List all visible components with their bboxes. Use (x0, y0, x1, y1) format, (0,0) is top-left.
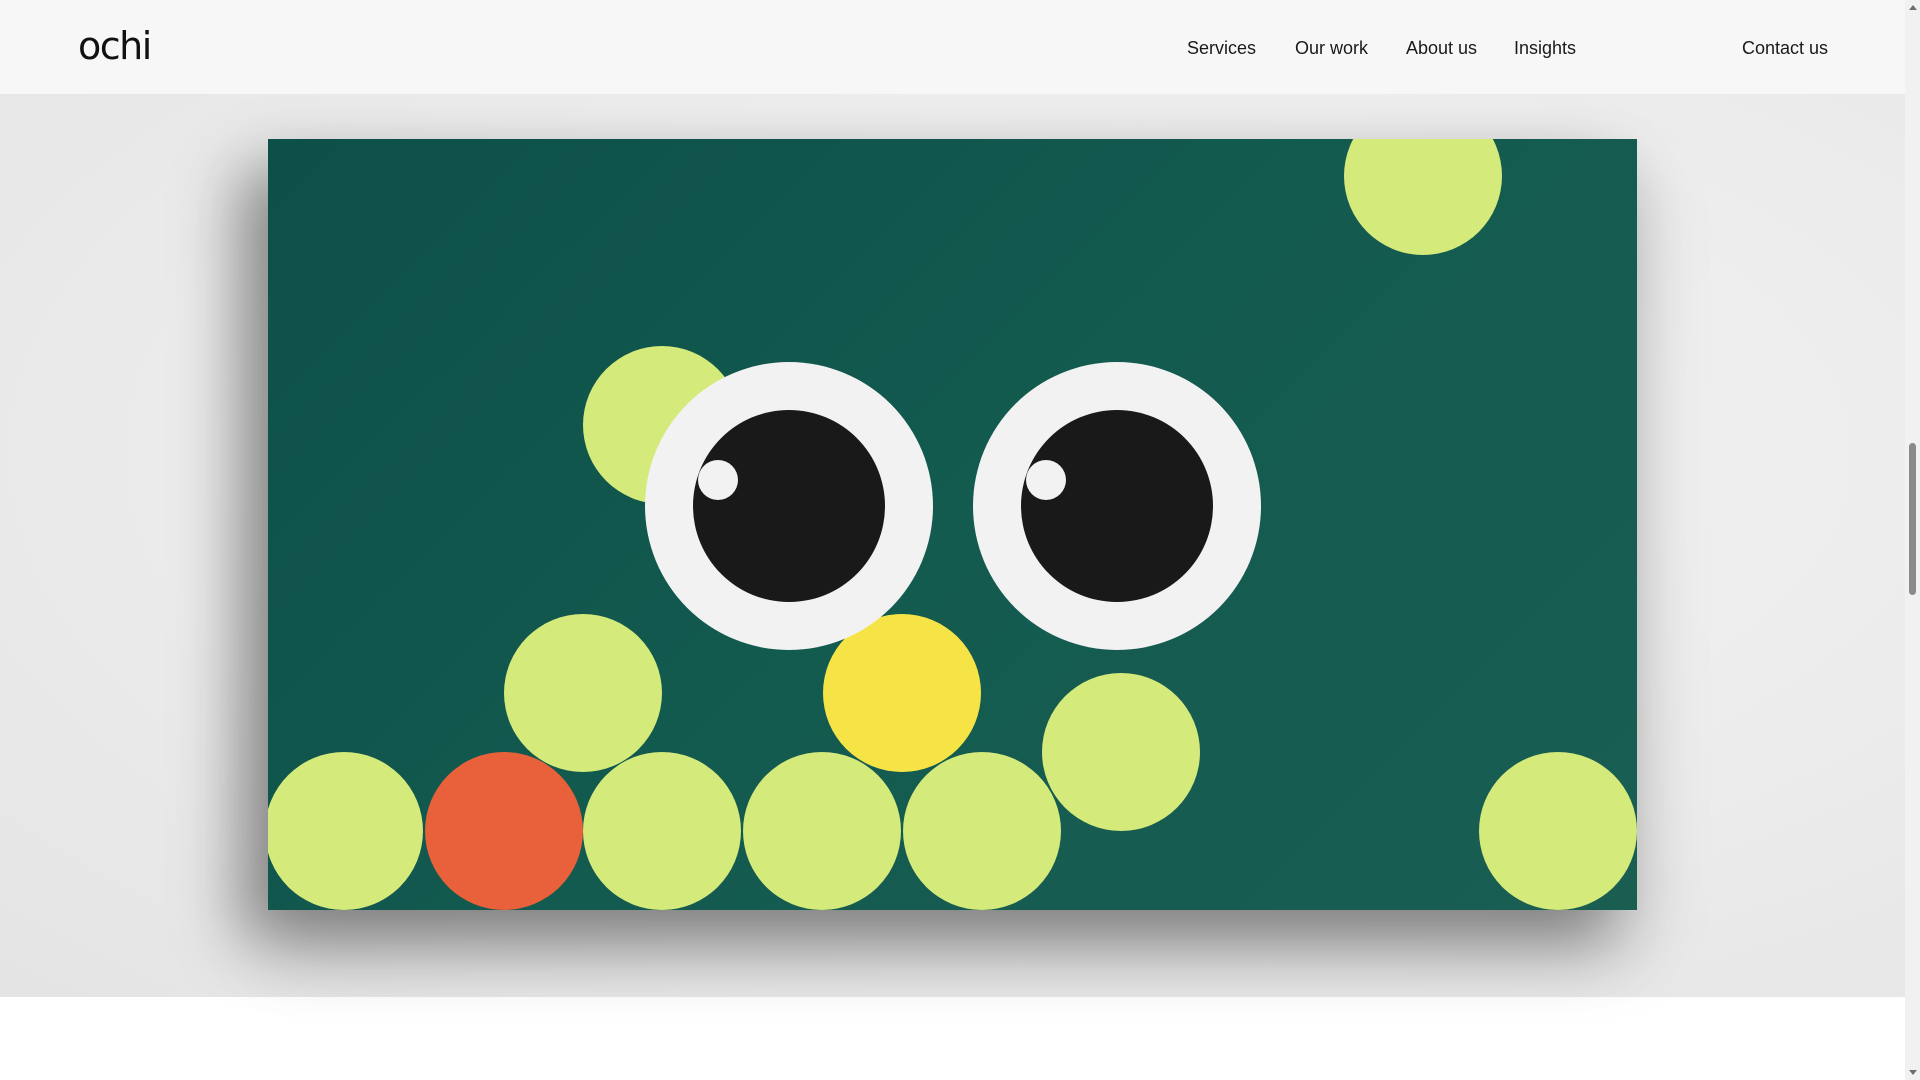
lime-circle (1479, 752, 1637, 910)
orange-circle (425, 752, 583, 910)
lime-circle (504, 614, 662, 772)
site-header: ochi Services Our work About us Insights… (0, 0, 1905, 94)
scroll-up-arrow-icon[interactable] (1905, 0, 1920, 15)
lime-circle (583, 752, 741, 910)
hero-artwork (268, 139, 1637, 910)
lime-circle (903, 752, 1061, 910)
vertical-scrollbar[interactable] (1905, 0, 1920, 1080)
scroll-thumb[interactable] (1909, 443, 1916, 595)
artwork-illustration (268, 139, 1637, 910)
scroll-down-arrow-icon[interactable] (1905, 1065, 1920, 1080)
nav-item-insights[interactable]: Insights (1514, 36, 1576, 60)
lime-circle (743, 752, 901, 910)
eye-highlight (698, 460, 738, 500)
lime-circle (1042, 673, 1200, 831)
lime-circle (1344, 139, 1502, 255)
main-nav: Services Our work About us Insights Cont… (0, 36, 1905, 60)
nav-item-our-work[interactable]: Our work (1295, 36, 1368, 60)
contact-us-link[interactable]: Contact us (1742, 36, 1828, 60)
nav-item-about-us[interactable]: About us (1406, 36, 1477, 60)
right-eye (973, 362, 1261, 650)
pupil (693, 410, 885, 602)
eye-highlight (1026, 460, 1066, 500)
pupil (1021, 410, 1213, 602)
next-section (0, 997, 1905, 1080)
page: ochi Services Our work About us Insights… (0, 0, 1920, 1080)
left-eye (645, 362, 933, 650)
nav-item-services[interactable]: Services (1187, 36, 1256, 60)
lime-circle (268, 752, 423, 910)
